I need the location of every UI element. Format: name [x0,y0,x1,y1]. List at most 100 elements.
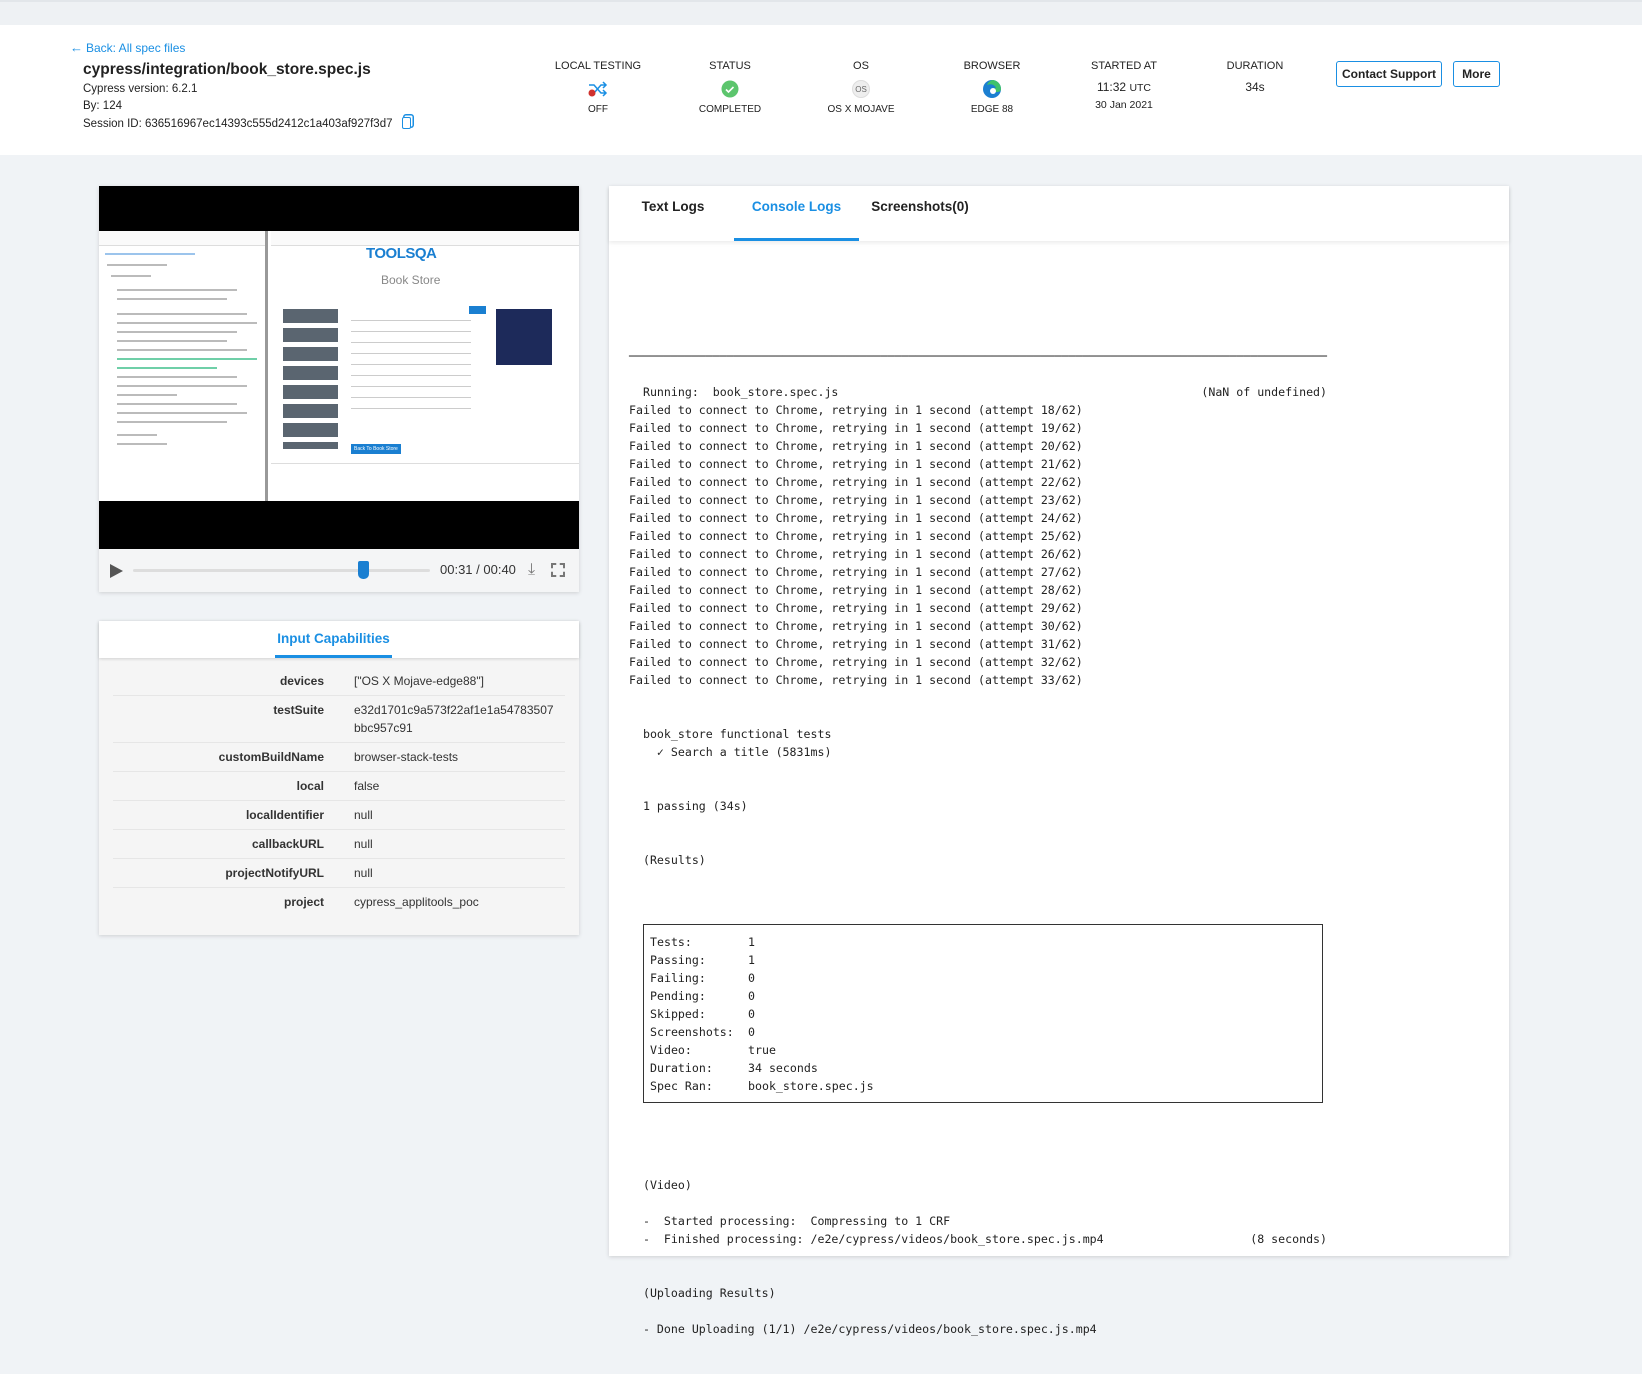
results-label: Spec Ran: [650,1079,713,1093]
back-link[interactable]: ← Back: All spec files [70,40,185,55]
results-row: Screenshots: 0 [644,1023,1322,1041]
capability-value: null [354,837,373,851]
results-value: 0 [748,1025,755,1039]
capability-key: local [296,779,324,793]
results-row: Skipped: 0 [644,1005,1322,1023]
results-row: Tests: 1 [644,933,1322,951]
tab-console-logs[interactable]: Console Logs [734,186,859,241]
edge-icon [927,76,1057,102]
duration-value: 34s [1245,80,1265,94]
column-label: LOCAL TESTING [554,60,642,72]
results-row: Passing: 1 [644,951,1322,969]
results-label: Failing: [650,971,706,985]
os-column: OS OS OS X MOJAVE [796,60,926,115]
check-circle-icon [665,76,795,102]
download-icon[interactable]: ⤓ [528,561,535,579]
log-line: (Video) [629,1178,692,1192]
browser-value: EDGE 88 [970,104,1014,115]
results-value: 0 [748,1007,755,1021]
video-thumbnail: TOOLSQA Book Store Back To Book Store [99,231,579,501]
fullscreen-icon[interactable] [551,563,565,577]
spec-title: cypress/integration/book_store.spec.js [83,61,371,78]
log-line: Failed to connect to Chrome, retrying in… [629,583,1083,597]
log-line: Running: book_store.spec.js (NaN of unde… [629,385,1328,399]
results-label: Pending: [650,989,706,1003]
contact-support-button[interactable]: Contact Support [1336,61,1442,87]
started-date: 30 Jan 2021 [1095,99,1153,111]
log-line: - Started processing: Compressing to 1 C… [629,1214,951,1228]
log-line: Failed to connect to Chrome, retrying in… [629,547,1083,561]
log-line: Failed to connect to Chrome, retrying in… [629,601,1083,615]
log-line: Failed to connect to Chrome, retrying in… [629,403,1083,417]
capability-key: projectNotifyURL [225,866,324,880]
seek-bar[interactable] [133,561,430,579]
results-value: 0 [748,971,755,985]
top-band [0,0,1642,25]
os-icon: OS [796,76,926,102]
log-line: - Finished processing: /e2e/cypress/vide… [629,1232,1328,1246]
log-line: Failed to connect to Chrome, retrying in… [629,655,1083,669]
time: 11:32 [1096,80,1127,94]
capability-value: null [354,808,373,822]
results-label: Passing: [650,953,706,967]
seek-thumb[interactable] [358,561,370,579]
video-frame[interactable]: TOOLSQA Book Store Back To Book Store [99,186,579,549]
capability-key: callbackURL [251,837,324,851]
capability-key: devices [279,674,324,688]
log-line: Failed to connect to Chrome, retrying in… [629,637,1083,651]
browser-column: BROWSER EDGE 88 [927,60,1057,115]
log-line: ────────────────────────────────────────… [629,349,1328,363]
results-row: Failing: 0 [644,969,1322,987]
timezone: UTC [1129,82,1152,94]
play-icon[interactable] [110,564,123,578]
capability-row: localIdentifier null [113,801,565,830]
tab-text-logs[interactable]: Text Logs [633,186,713,241]
back-link-label: Back: All spec files [86,40,186,55]
back-to-store-button: Back To Book Store [351,444,401,454]
started-at-column: STARTED AT 11:32 UTC 30 Jan 2021 [1059,60,1189,111]
log-line: ✓ Search a title (5831ms) [629,745,832,759]
capability-key: customBuildName [218,750,324,764]
log-line: - Done Uploading (1/1) /e2e/cypress/vide… [629,1322,1097,1336]
local-testing-column: LOCAL TESTING OFF [533,60,663,115]
results-row: Spec Ran: book_store.spec.js [644,1077,1322,1095]
log-line: Failed to connect to Chrome, retrying in… [629,493,1083,507]
capability-row: local false [113,772,565,801]
session-id: Session ID: 636516967ec14393c555d2412c1a… [83,118,393,130]
cypress-runner-preview [99,231,268,501]
copy-icon[interactable] [401,117,411,129]
capabilities-table: devices ["OS X Mojave-edge88"] testSuite e3… [99,658,579,916]
log-line: Failed to connect to Chrome, retrying in… [629,529,1083,543]
tab-screenshots[interactable]: Screenshots(0) [871,186,969,241]
column-label: OS [853,60,869,72]
tab-input-capabilities[interactable]: Input Capabilities [275,621,392,658]
results-label: Skipped: [650,1007,706,1021]
app-preview: TOOLSQA Book Store Back To Book Store [271,231,579,501]
capability-value: cypress_applitools_poc [354,895,479,909]
input-capabilities-panel: Input Capabilities devices ["OS X Mojave-… [99,621,579,935]
log-line: (Results) [629,853,706,867]
capability-value: null [354,866,373,880]
console-log-output: ────────────────────────────────────────… [629,293,1327,1374]
capability-value: e32d1701c9a573f22af1e1a54783507bbc957c91 [354,703,554,735]
time-display: 00:31 / 00:40 [440,562,516,577]
capability-row: testSuite e32d1701c9a573f22af1e1a54783507… [113,696,565,743]
more-button[interactable]: More [1453,61,1500,87]
log-line: Failed to connect to Chrome, retrying in… [629,439,1083,453]
os-icon-text: OS [852,80,870,98]
log-line: 1 passing (34s) [629,799,748,813]
results-label: Duration: [650,1061,713,1075]
results-label: Screenshots: [650,1025,734,1039]
capability-row: customBuildName browser-stack-tests [113,743,565,772]
